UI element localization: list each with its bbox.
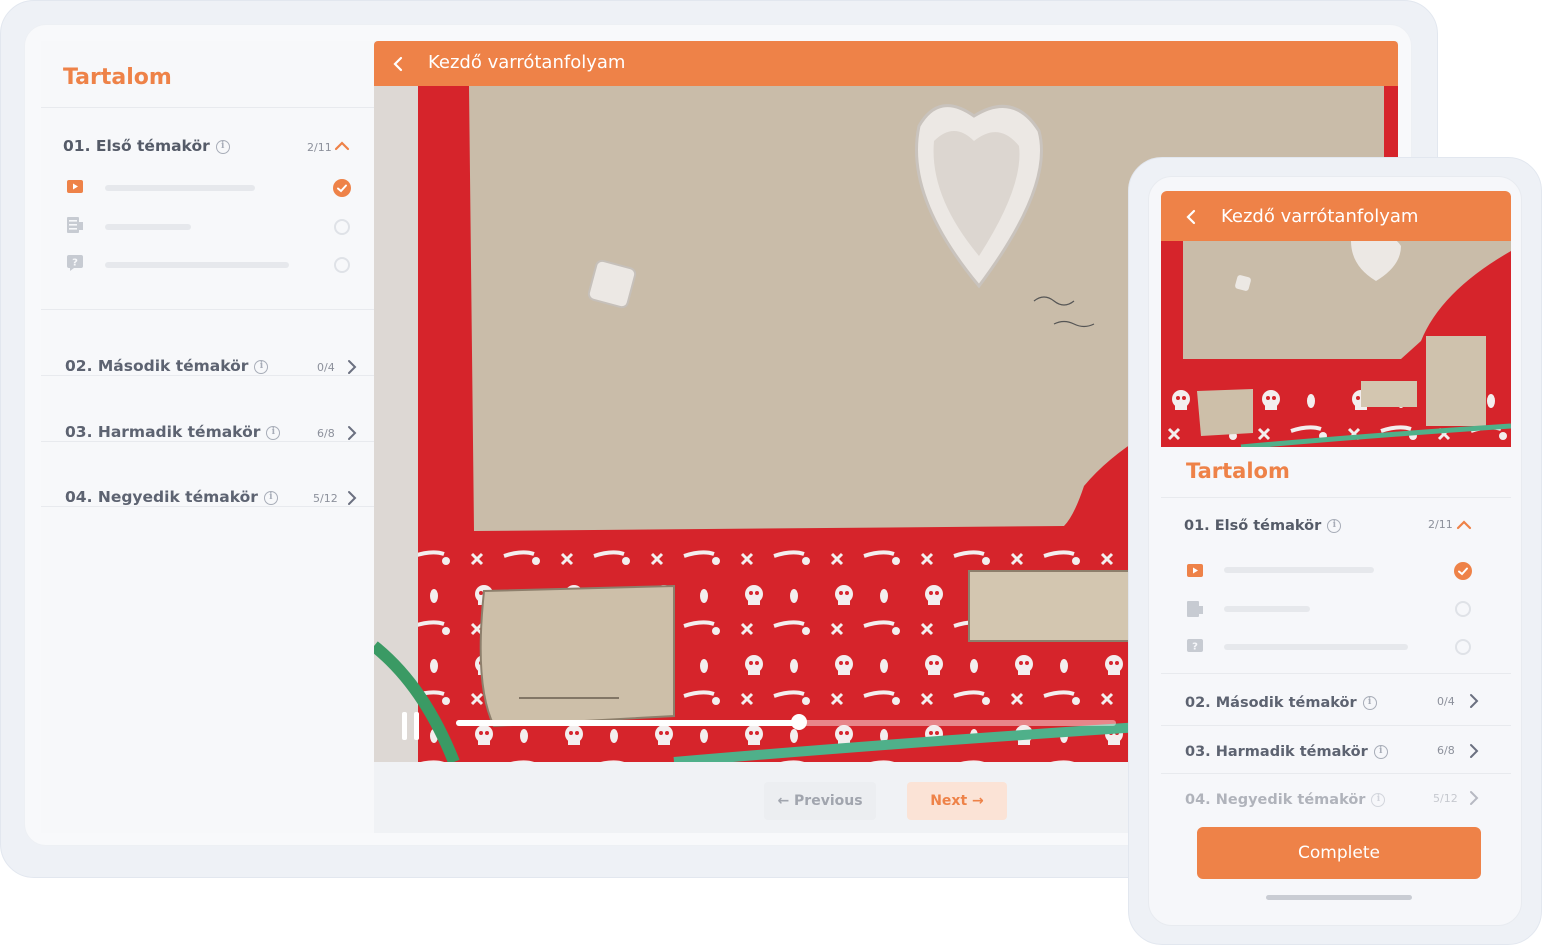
pause-icon[interactable] <box>414 712 419 740</box>
info-icon[interactable]: i <box>1371 792 1386 807</box>
lesson-row-quiz[interactable]: ? <box>65 254 355 276</box>
back-chevron-icon[interactable] <box>392 56 404 72</box>
chevron-up-icon[interactable] <box>334 139 350 151</box>
mobile-video-frame <box>1161 241 1511 447</box>
chevron-up-icon[interactable] <box>1456 518 1472 530</box>
status-ring <box>334 257 350 273</box>
back-chevron-icon[interactable] <box>1185 209 1197 225</box>
info-icon[interactable]: i <box>263 490 278 505</box>
info-icon[interactable]: i <box>215 139 230 154</box>
status-ring <box>334 219 350 235</box>
mobile-topic-04-count: 5/12 <box>1433 792 1458 805</box>
lesson-title-placeholder <box>105 262 289 268</box>
divider <box>41 375 375 376</box>
mobile-screen: Kezdő varrótanfolyam Tartalom 01. Első t… <box>1148 176 1522 926</box>
arrow-right-icon: → <box>972 793 984 809</box>
previous-button[interactable]: ← Previous <box>764 782 876 820</box>
divider <box>41 309 375 310</box>
lesson-row-document[interactable] <box>65 216 355 238</box>
lesson-row-video[interactable] <box>65 177 355 199</box>
info-icon[interactable]: i <box>266 425 281 440</box>
mobile-topic-01-header[interactable]: 01. Első témakör i <box>1184 515 1342 534</box>
topic-01-label: 01. Első témakör <box>63 137 210 155</box>
lesson-title-placeholder <box>105 224 191 230</box>
chevron-right-icon[interactable] <box>1468 743 1480 759</box>
mobile-topic-03-count: 6/8 <box>1437 744 1455 757</box>
course-sidebar: Tartalom 01. Első témakör i 2/11 ? 02. M… <box>41 41 375 833</box>
sidebar-heading: Tartalom <box>63 65 172 90</box>
lesson-title-placeholder <box>105 185 255 191</box>
mobile-course-header: Kezdő varrótanfolyam <box>1161 191 1511 241</box>
divider <box>41 506 375 507</box>
topic-04-count: 5/12 <box>313 492 338 505</box>
mobile-video-player[interactable] <box>1161 241 1511 447</box>
topic-03-count: 6/8 <box>317 427 335 440</box>
video-icon <box>67 180 83 193</box>
svg-text:?: ? <box>72 258 78 269</box>
course-title: Kezdő varrótanfolyam <box>428 52 626 73</box>
next-button[interactable]: Next → <box>907 782 1007 820</box>
chevron-right-icon[interactable] <box>1468 693 1480 709</box>
mobile-topic-02-count: 0/4 <box>1437 695 1455 708</box>
chevron-right-icon[interactable] <box>346 490 358 506</box>
lesson-title-placeholder <box>1224 567 1374 573</box>
quiz-icon: ? <box>1187 639 1203 653</box>
mobile-topic-01-count: 2/11 <box>1428 518 1453 531</box>
lesson-title-placeholder <box>1224 644 1408 650</box>
status-ring <box>1455 601 1471 617</box>
home-indicator <box>1266 895 1412 900</box>
topic-01-count: 2/11 <box>307 141 332 154</box>
status-ring <box>1455 639 1471 655</box>
divider <box>1161 773 1511 774</box>
svg-text:?: ? <box>1192 642 1198 653</box>
mobile-course-title: Kezdő varrótanfolyam <box>1221 206 1419 227</box>
document-icon <box>67 217 83 233</box>
quiz-icon: ? <box>67 255 83 271</box>
mobile-topic-03-header[interactable]: 03. Harmadik témakör i <box>1185 741 1388 760</box>
info-icon[interactable]: i <box>1362 695 1377 710</box>
mobile-topic-02-header[interactable]: 02. Második témakör i <box>1185 692 1377 711</box>
divider <box>1161 673 1511 674</box>
info-icon[interactable]: i <box>1327 518 1342 533</box>
info-icon[interactable]: i <box>1373 744 1388 759</box>
divider <box>41 441 375 442</box>
topic-03-label: 03. Harmadik témakör <box>65 423 261 441</box>
topic-04-label: 04. Negyedik témakör <box>65 488 258 506</box>
course-header: Kezdő varrótanfolyam <box>374 41 1398 86</box>
complete-button[interactable]: Complete <box>1197 827 1481 879</box>
lesson-title-placeholder <box>1224 606 1310 612</box>
chevron-right-icon[interactable] <box>1468 790 1480 806</box>
pause-icon[interactable] <box>402 712 407 740</box>
check-icon <box>1454 562 1472 580</box>
arrow-left-icon: ← <box>777 793 790 809</box>
divider <box>1161 725 1511 726</box>
document-icon <box>1187 601 1203 617</box>
topic-02-label: 02. Második témakör <box>65 357 249 375</box>
mobile-sidebar-heading: Tartalom <box>1186 459 1290 483</box>
seek-progress <box>456 720 800 726</box>
chevron-right-icon[interactable] <box>346 425 358 441</box>
info-icon[interactable]: i <box>254 359 269 374</box>
divider <box>1161 497 1511 498</box>
chevron-right-icon[interactable] <box>346 359 358 375</box>
check-icon <box>333 179 351 197</box>
divider <box>41 107 375 108</box>
topic-02-count: 0/4 <box>317 361 335 374</box>
mobile-topic-04-header[interactable]: 04. Negyedik témakör i <box>1185 789 1386 808</box>
video-icon <box>1187 564 1203 577</box>
